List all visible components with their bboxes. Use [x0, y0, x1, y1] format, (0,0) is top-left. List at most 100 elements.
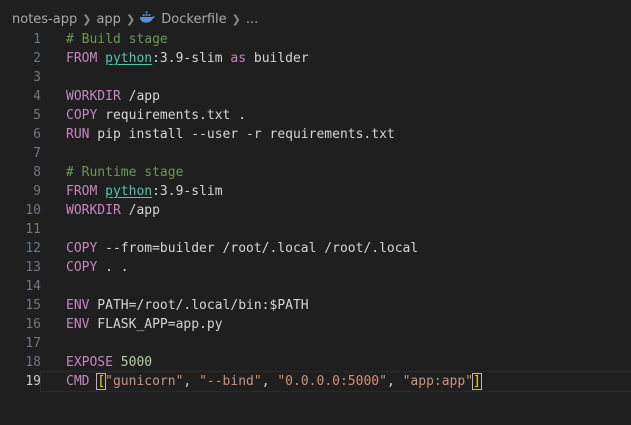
code-token: ENV [66, 317, 90, 332]
code-token: ENV [66, 298, 90, 313]
line-number: 14 [25, 279, 41, 294]
code-line[interactable]: 8 # Runtime stage [0, 163, 631, 182]
code-token: , [261, 374, 278, 389]
code-token: FLASK_APP=app.py [89, 317, 223, 332]
code-token: "0.0.0.0:5000" [277, 374, 387, 389]
code-line[interactable]: 7 [0, 144, 631, 163]
code-token: PATH=/root/.local/bin:$PATH [89, 298, 309, 313]
code-token: /app [120, 89, 160, 104]
breadcrumb: notes-app ❯ app ❯ Dockerfile ❯ ... [0, 0, 631, 30]
line-number: 9 [33, 184, 41, 199]
code-token: COPY [66, 241, 98, 256]
code-token: 5000 [112, 355, 153, 370]
line-content: FROM python:3.9-slim [41, 182, 631, 201]
code-line[interactable]: 14 [0, 277, 631, 296]
line-content: RUN pip install --user -r requirements.t… [41, 125, 631, 144]
line-content: COPY . . [41, 258, 631, 277]
breadcrumb-item-label: Dockerfile [161, 12, 227, 27]
text-cursor [480, 373, 482, 390]
code-token: python [105, 51, 153, 66]
code-token: as [230, 51, 247, 66]
line-number: 17 [25, 336, 41, 351]
line-number: 1 [33, 32, 41, 47]
code-token: "--bind" [199, 374, 262, 389]
line-content [41, 277, 631, 296]
line-number: 4 [33, 89, 41, 104]
line-content: WORKDIR /app [41, 87, 631, 106]
breadcrumb-item-notes-app[interactable]: notes-app [12, 12, 77, 27]
code-token: :3.9-slim [152, 184, 223, 199]
code-token: "gunicorn" [105, 374, 184, 389]
line-number: 8 [33, 165, 41, 180]
code-line[interactable]: 12 COPY --from=builder /root/.local /root… [0, 239, 631, 258]
code-line[interactable]: 3 [0, 68, 631, 87]
line-content [41, 334, 631, 353]
code-token: pip install --user -r requirements.txt [89, 127, 395, 142]
code-token: FROM [66, 184, 106, 199]
code-token: "app:app" [402, 374, 474, 389]
breadcrumb-item-symbols[interactable]: ... [246, 12, 258, 27]
line-number: 7 [33, 146, 41, 161]
code-line[interactable]: 17 [0, 334, 631, 353]
line-number: 12 [25, 241, 41, 256]
line-number: 18 [25, 355, 41, 370]
line-content: # Build stage [41, 30, 631, 49]
line-number: 15 [25, 298, 41, 313]
code-line[interactable]: 10 WORKDIR /app [0, 201, 631, 220]
code-token: python [105, 184, 153, 199]
code-line[interactable]: 6 RUN pip install --user -r requirements.… [0, 125, 631, 144]
line-number: 2 [33, 51, 41, 66]
docker-whale-icon [140, 11, 156, 23]
code-line[interactable]: 2 FROM python:3.9-slim as builder [0, 49, 631, 68]
code-token: requirements.txt . [97, 108, 247, 123]
line-content: COPY requirements.txt . [41, 106, 631, 125]
code-editor[interactable]: 1 # Build stage 2 FROM python:3.9-slim as b… [0, 30, 631, 392]
code-line[interactable]: 16 ENV FLASK_APP=app.py [0, 315, 631, 334]
breadcrumb-item-app[interactable]: app [96, 12, 120, 27]
line-number: 13 [25, 260, 41, 275]
chevron-right-icon: ❯ [82, 12, 92, 26]
code-line[interactable]: 1 # Build stage [0, 30, 631, 49]
line-content: CMD ["gunicorn", "--bind", "0.0.0.0:5000… [40, 371, 631, 392]
code-token: COPY [66, 260, 98, 275]
matched-bracket: [ [96, 373, 107, 390]
code-line[interactable]: 15 ENV PATH=/root/.local/bin:$PATH [0, 296, 631, 315]
line-content: ENV PATH=/root/.local/bin:$PATH [41, 296, 631, 315]
code-line[interactable]: 11 [0, 220, 631, 239]
code-line[interactable]: 13 COPY . . [0, 258, 631, 277]
code-line[interactable]: 4 WORKDIR /app [0, 87, 631, 106]
breadcrumb-item-dockerfile[interactable]: Dockerfile [140, 11, 227, 27]
line-content: COPY --from=builder /root/.local /root/.… [41, 239, 631, 258]
code-token: # Build stage [66, 32, 168, 47]
line-content: # Runtime stage [41, 163, 631, 182]
code-token: , [386, 374, 403, 389]
code-token: /app [120, 203, 160, 218]
code-token: :3.9-slim [152, 51, 231, 66]
chevron-right-icon: ❯ [125, 12, 136, 26]
code-token: . . [97, 260, 129, 275]
code-line[interactable]: 18 EXPOSE 5000 [0, 353, 631, 372]
code-token: WORKDIR [66, 89, 121, 104]
code-token: RUN [66, 127, 90, 142]
line-number: 5 [33, 108, 41, 123]
code-token: CMD [66, 374, 90, 389]
line-number: 3 [33, 70, 41, 85]
line-number: 19 [25, 374, 41, 389]
code-line[interactable]: 19 CMD ["gunicorn", "--bind", "0.0.0.0:50… [0, 371, 631, 392]
matched-bracket: ] [472, 373, 482, 390]
code-token: FROM [66, 51, 106, 66]
line-number: 10 [25, 203, 41, 218]
line-content [41, 220, 631, 239]
line-content [41, 68, 631, 87]
line-content: FROM python:3.9-slim as builder [41, 49, 631, 68]
code-token: builder [246, 51, 309, 66]
code-line[interactable]: 9 FROM python:3.9-slim [0, 182, 631, 201]
line-number: 6 [33, 127, 41, 142]
line-content: ENV FLASK_APP=app.py [41, 315, 631, 334]
code-token: # Runtime stage [66, 165, 184, 180]
code-token: , [183, 374, 200, 389]
line-content [41, 144, 631, 163]
code-token: EXPOSE [66, 355, 113, 370]
line-content: EXPOSE 5000 [41, 353, 631, 372]
code-line[interactable]: 5 COPY requirements.txt . [0, 106, 631, 125]
